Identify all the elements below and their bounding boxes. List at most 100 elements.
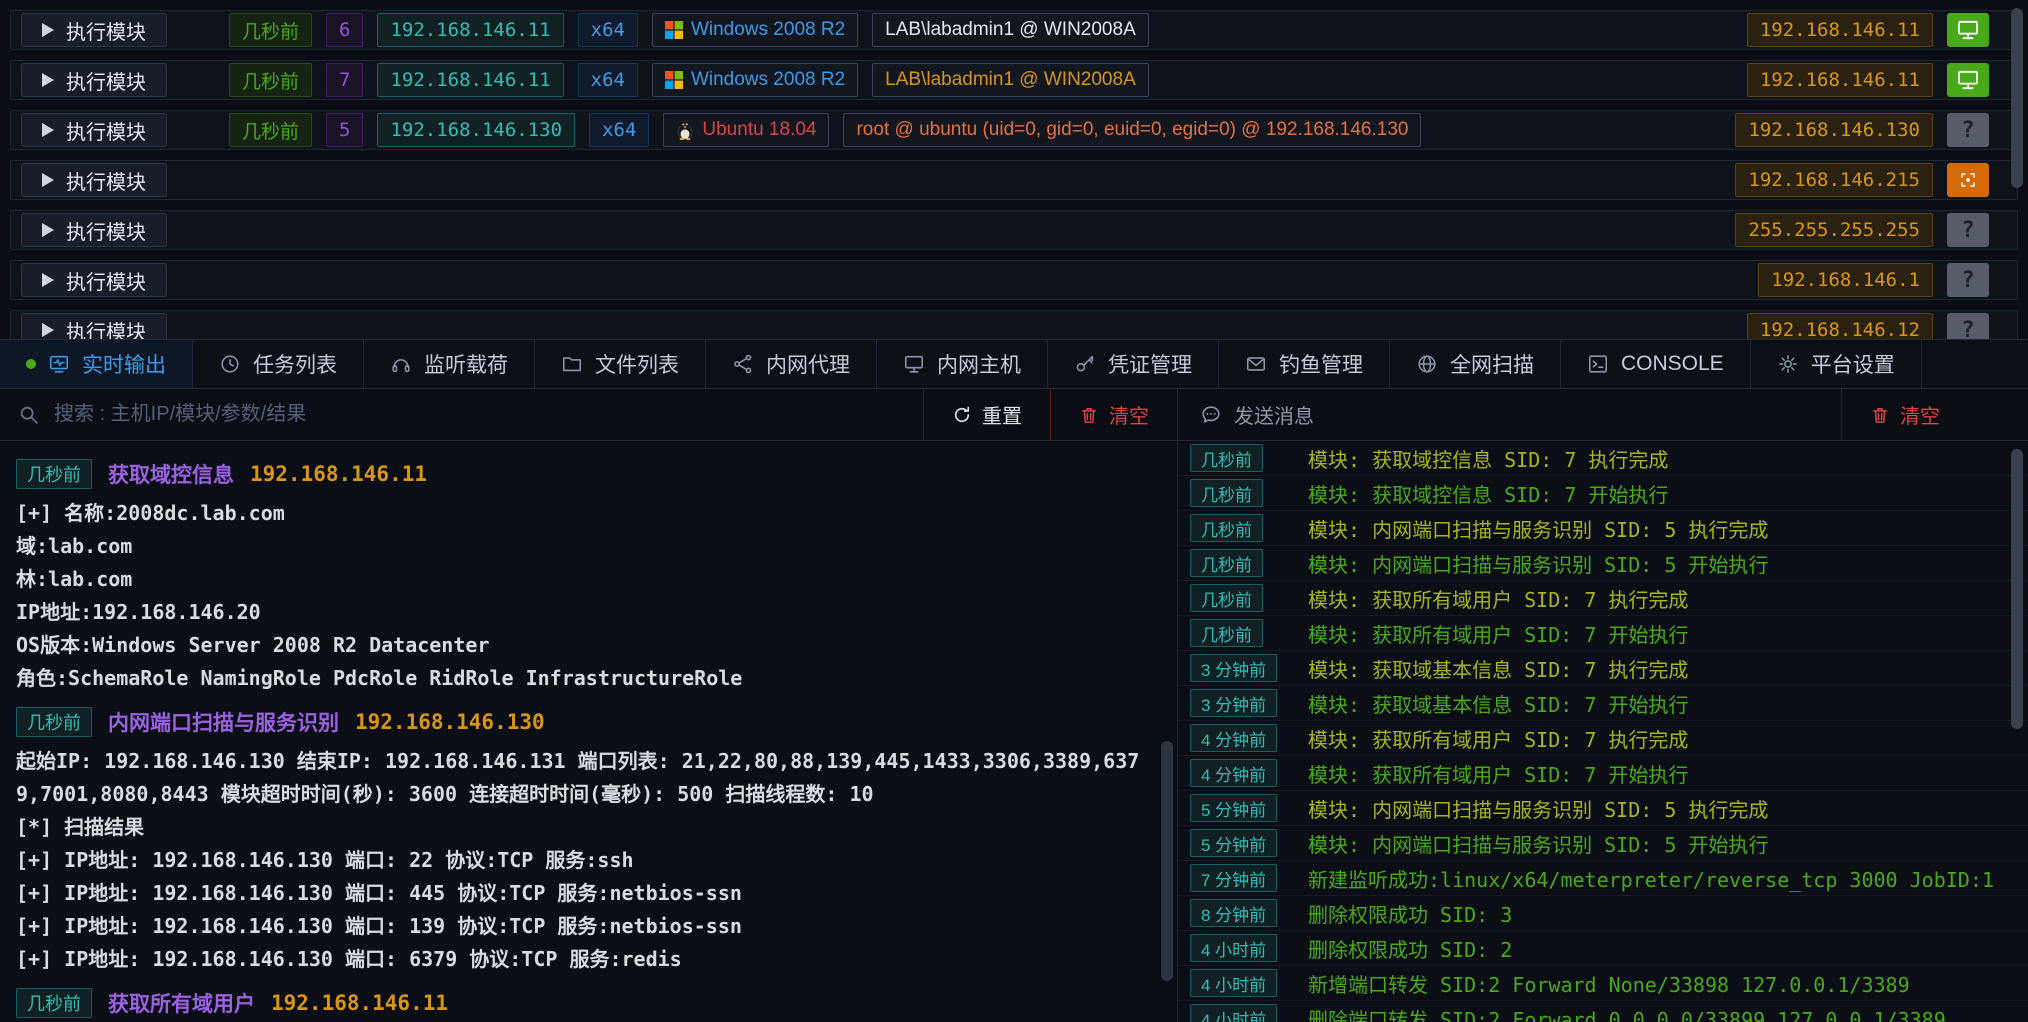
log-line: [*] 扫描结果: [16, 811, 1177, 844]
message-text: 删除权限成功 SID: 2: [1308, 934, 1512, 963]
log-line: [+] 名称:2008dc.lab.com: [16, 497, 1177, 530]
question-mark-icon: ?: [1961, 318, 1974, 340]
intranet-proxy-icon: [732, 353, 754, 375]
tab-file-list[interactable]: 文件列表: [535, 340, 706, 388]
tab-realtime-output[interactable]: 实时输出: [0, 340, 193, 388]
message-time-cell: 几秒前: [1190, 549, 1294, 577]
session-row: 执行模块 几秒前 5 192.168.146.130 x64 Ubuntu 18…: [10, 110, 2018, 150]
message-time-cell: 3 分钟前: [1190, 654, 1294, 682]
tab-intranet-proxy[interactable]: 内网代理: [706, 340, 877, 388]
play-icon: [42, 123, 54, 137]
message-time-tag: 5 分钟前: [1190, 829, 1277, 857]
tab-label: 平台设置: [1811, 349, 1895, 379]
chat-icon: [1200, 404, 1222, 426]
tab-task-list[interactable]: 任务列表: [193, 340, 364, 388]
tab-platform-settings[interactable]: 平台设置: [1751, 340, 1922, 388]
message-time-tag: 4 小时前: [1190, 969, 1277, 997]
session-row: 执行模块 几秒前 7 192.168.146.11 x64 Windows 20…: [10, 60, 2018, 100]
user-tag: LAB\labadmin1 @ WIN2008A: [872, 63, 1149, 97]
log-line: [+] IP地址: 192.168.146.130 端口: 22 协议:TCP …: [16, 844, 1177, 877]
messages-header-label: 发送消息: [1234, 400, 1314, 429]
message-row: 4 分钟前 模块: 获取所有域用户 SID: 7 开始执行: [1178, 756, 2028, 791]
credentials-icon: [1074, 353, 1096, 375]
log-time-tag: 几秒前: [16, 707, 92, 737]
tab-listener-payload[interactable]: 监听载荷: [364, 340, 535, 388]
unknown-host-button[interactable]: ?: [1947, 213, 1989, 247]
session-list-scrollbar[interactable]: [2011, 8, 2023, 188]
tab-credentials[interactable]: 凭证管理: [1048, 340, 1219, 388]
session-id-tag: 7: [326, 63, 363, 97]
tab-label: 任务列表: [253, 349, 337, 379]
log-module-name: 获取所有域用户: [108, 988, 255, 1018]
open-session-button[interactable]: [1947, 13, 1989, 47]
log-target-ip: 192.168.146.11: [250, 462, 427, 486]
unknown-host-button[interactable]: ?: [1947, 113, 1989, 147]
message-time-tag: 4 小时前: [1190, 934, 1277, 962]
log-module-name: 内网端口扫描与服务识别: [108, 707, 339, 737]
clear-output-button[interactable]: 清空: [1050, 389, 1177, 440]
log-entry-header: 几秒前 获取所有域用户 192.168.146.11: [16, 988, 1177, 1018]
clear-messages-button[interactable]: 清空: [1841, 389, 1968, 440]
tab-network-scan[interactable]: 全网扫描: [1390, 340, 1561, 388]
tab-console[interactable]: CONSOLE: [1561, 340, 1751, 388]
play-icon: [42, 323, 54, 337]
message-text: 模块: 获取所有域用户 SID: 7 开始执行: [1308, 759, 1688, 788]
clear-label: 清空: [1109, 400, 1149, 429]
log-entry-header: 几秒前 获取域控信息 192.168.146.11: [16, 459, 1177, 489]
tab-label: 实时输出: [82, 349, 166, 379]
content-area: 几秒前 获取域控信息 192.168.146.11 [+] 名称:2008dc.…: [0, 441, 2028, 1022]
messages-scrollbar[interactable]: [2011, 449, 2023, 729]
execute-module-button[interactable]: 执行模块: [21, 313, 167, 339]
session-row: 执行模块 192.168.146.215: [10, 160, 2018, 200]
message-time-cell: 几秒前: [1190, 619, 1294, 647]
tab-label: 凭证管理: [1108, 349, 1192, 379]
log-scrollbar[interactable]: [1161, 741, 1173, 981]
listener-payload-icon: [390, 353, 412, 375]
tab-label: CONSOLE: [1621, 352, 1724, 376]
execute-module-button[interactable]: 执行模块: [21, 63, 167, 97]
execute-module-button[interactable]: 执行模块: [21, 113, 167, 147]
os-label: Ubuntu 18.04: [702, 119, 816, 141]
message-text: 模块: 内网端口扫描与服务识别 SID: 5 执行完成: [1308, 514, 1768, 543]
play-icon: [42, 23, 54, 37]
message-text: 模块: 获取所有域用户 SID: 7 执行完成: [1308, 724, 1688, 753]
message-text: 模块: 获取域控信息 SID: 7 开始执行: [1308, 479, 1668, 508]
execute-module-button[interactable]: 执行模块: [21, 263, 167, 297]
message-text: 新增端口转发 SID:2 Forward None/33898 127.0.0.…: [1308, 969, 1910, 998]
message-row: 4 分钟前 模块: 获取所有域用户 SID: 7 执行完成: [1178, 721, 2028, 756]
message-text: 模块: 获取域基本信息 SID: 7 执行完成: [1308, 654, 1688, 683]
scan-target-button[interactable]: [1947, 163, 1989, 197]
messages-header: 发送消息: [1178, 389, 1336, 440]
intranet-hosts-icon: [903, 353, 925, 375]
os-tag: Windows 2008 R2: [652, 63, 858, 97]
execute-module-button[interactable]: 执行模块: [21, 13, 167, 47]
unknown-host-button[interactable]: ?: [1947, 263, 1989, 297]
message-time-tag: 4 分钟前: [1190, 759, 1277, 787]
log-module-name: 获取域控信息: [108, 459, 234, 489]
session-ip-tag: 192.168.146.11: [377, 63, 563, 97]
reset-button[interactable]: 重置: [923, 389, 1050, 440]
message-time-cell: 4 小时前: [1190, 1004, 1294, 1022]
message-time-tag: 几秒前: [1190, 549, 1263, 577]
log-line: 林:lab.com: [16, 563, 1177, 596]
message-time-tag: 几秒前: [1190, 619, 1263, 647]
message-text: 模块: 内网端口扫描与服务识别 SID: 5 执行完成: [1308, 794, 1768, 823]
target-ip-tag: 192.168.146.1: [1758, 263, 1933, 297]
execute-module-label: 执行模块: [66, 316, 146, 340]
execute-module-button[interactable]: 执行模块: [21, 163, 167, 197]
unknown-host-button[interactable]: ?: [1947, 313, 1989, 339]
session-row: 执行模块 几秒前 6 192.168.146.11 x64 Windows 20…: [10, 10, 2018, 50]
execute-module-button[interactable]: 执行模块: [21, 213, 167, 247]
message-text: 模块: 获取域控信息 SID: 7 执行完成: [1308, 444, 1668, 473]
message-row: 5 分钟前 模块: 内网端口扫描与服务识别 SID: 5 开始执行: [1178, 826, 2028, 861]
tab-intranet-hosts[interactable]: 内网主机: [877, 340, 1048, 388]
search-input[interactable]: [54, 403, 905, 426]
linux-penguin-icon: [676, 120, 694, 140]
tab-phishing[interactable]: 钓鱼管理: [1219, 340, 1390, 388]
arch-tag: x64: [589, 113, 649, 147]
message-row: 几秒前 模块: 内网端口扫描与服务识别 SID: 5 执行完成: [1178, 511, 2028, 546]
message-time-cell: 几秒前: [1190, 479, 1294, 507]
open-session-button[interactable]: [1947, 63, 1989, 97]
log-target-ip: 192.168.146.130: [355, 710, 545, 734]
execute-module-label: 执行模块: [66, 166, 146, 195]
